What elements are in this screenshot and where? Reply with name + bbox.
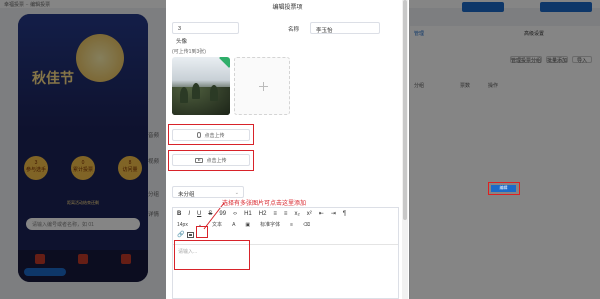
name-label: 名称 xyxy=(288,27,300,33)
font-color-icon[interactable]: A xyxy=(232,222,235,228)
bullet-list-button[interactable]: ≡ xyxy=(284,211,288,218)
link-icon[interactable]: 🔗 xyxy=(177,231,184,238)
indent-button[interactable]: ⇥ xyxy=(331,211,336,218)
editor-toolbar-row-3: 🔗 xyxy=(177,231,195,238)
photo-tree xyxy=(180,87,188,103)
audio-label: 音频 xyxy=(148,133,160,139)
group-label: 分组 xyxy=(148,192,160,198)
video-upload-label: 点击上传 xyxy=(206,157,227,164)
group-select-value: 未分组 xyxy=(178,192,195,198)
editor-toolbar-row-1: B I U S 99 ‹› H1 H2 ≡ ≡ x₂ x² ⇤ ⇥ ¶ xyxy=(177,211,346,218)
image-button-highlight xyxy=(196,226,208,238)
avatar-label: 头像 xyxy=(176,39,188,45)
image-icon[interactable] xyxy=(187,231,195,238)
italic-button[interactable]: I xyxy=(188,211,190,218)
clear-format-icon[interactable]: ⌫ xyxy=(303,222,310,228)
scrollbar-thumb[interactable] xyxy=(403,0,407,220)
detail-label: 详情 xyxy=(148,212,160,218)
background-color-icon[interactable]: ▣ xyxy=(245,222,250,228)
code-button[interactable]: ‹› xyxy=(233,211,237,218)
uploaded-check-badge xyxy=(219,57,230,68)
audio-upload-label: 点击上传 xyxy=(204,132,225,139)
strikethrough-button[interactable]: S xyxy=(208,211,212,218)
editor-input-highlight xyxy=(174,240,250,270)
ordered-list-button[interactable]: ≡ xyxy=(273,211,277,218)
avatar-hint: (可上传1到3张) xyxy=(172,49,206,55)
subscript-button[interactable]: x₂ xyxy=(294,211,299,218)
superscript-button[interactable]: x² xyxy=(307,211,312,218)
chevron-down-icon: ⌄ xyxy=(234,190,239,196)
avatar-photo[interactable] xyxy=(172,57,230,115)
video-upload-button[interactable]: 点击上传 xyxy=(172,154,250,166)
align-icon[interactable]: ≡ xyxy=(290,222,293,228)
number-input[interactable]: 3 xyxy=(172,22,239,34)
photo-tree xyxy=(210,85,218,101)
font-family-select[interactable]: 标准字体 xyxy=(260,221,280,228)
image-upload-callout: 选择有多张图片可点击这里添加 xyxy=(222,201,307,207)
font-size-select[interactable]: 14px xyxy=(177,222,188,228)
row-edit-button[interactable]: 编辑 xyxy=(491,185,516,192)
text-type-select[interactable]: 文本 xyxy=(212,221,222,228)
microphone-icon xyxy=(197,132,202,138)
heading1-button[interactable]: H1 xyxy=(244,211,252,218)
heading2-button[interactable]: H2 xyxy=(259,211,267,218)
add-image-button[interactable] xyxy=(234,57,290,115)
photo-tree xyxy=(192,83,200,99)
underline-button[interactable]: U xyxy=(197,211,201,218)
editor-placeholder: 请输入... xyxy=(178,249,198,255)
outdent-button[interactable]: ⇤ xyxy=(319,211,324,218)
audio-upload-button[interactable]: 点击上传 xyxy=(172,129,250,141)
video-label: 视频 xyxy=(148,159,160,165)
quote-button[interactable]: 99 xyxy=(219,211,226,218)
video-camera-icon xyxy=(195,157,204,163)
group-select[interactable]: 未分组 ⌄ xyxy=(172,186,244,198)
name-input[interactable]: 李玉怡 xyxy=(310,22,380,34)
direction-button[interactable]: ¶ xyxy=(343,211,346,218)
dialog-scrollbar[interactable] xyxy=(402,0,408,299)
dialog-title: 编辑投票项 xyxy=(272,5,303,11)
bold-button[interactable]: B xyxy=(177,211,181,218)
